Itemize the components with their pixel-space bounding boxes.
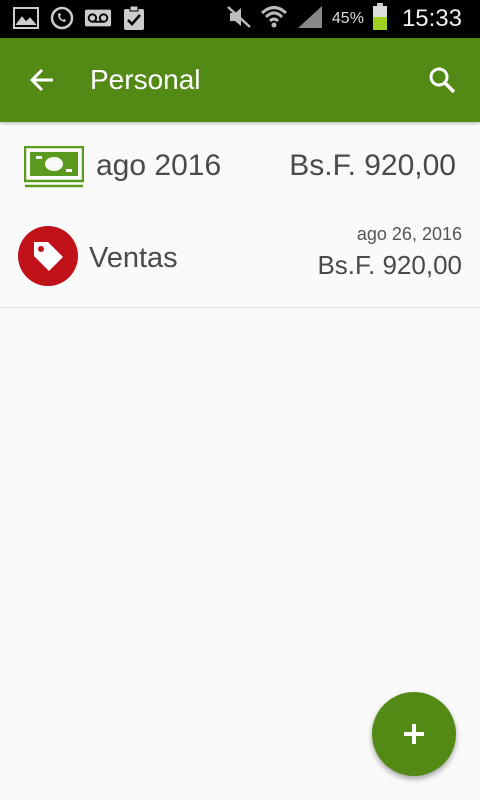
signal-icon	[296, 4, 324, 34]
period-label: ago 2016	[96, 149, 222, 182]
voicemail-icon	[84, 5, 112, 31]
plus-icon	[404, 724, 424, 744]
page-title: Personal	[90, 64, 201, 95]
money-bill-icon	[23, 145, 85, 192]
search-icon	[429, 67, 456, 94]
gallery-icon	[12, 5, 40, 31]
mute-icon	[226, 4, 252, 34]
tag-icon	[18, 226, 78, 286]
status-bar: 45% 15:33	[0, 0, 480, 38]
wifi-icon	[260, 4, 288, 34]
transaction-category: Ventas	[89, 242, 178, 274]
back-button[interactable]	[22, 60, 62, 100]
battery-icon	[372, 3, 388, 35]
transactions-list: ago 2016 Bs.F. 920,00 Ventas ago 26, 201…	[0, 122, 480, 308]
period-total: Bs.F. 920,00	[289, 149, 456, 182]
battery-percent: 45%	[331, 10, 364, 27]
period-header: ago 2016 Bs.F. 920,00	[0, 122, 480, 212]
search-button[interactable]	[422, 60, 462, 100]
whatsapp-icon	[48, 5, 76, 31]
status-system-icons: 45% 15:33	[226, 0, 462, 38]
transaction-date: ago 26, 2016	[356, 224, 462, 244]
clipboard-check-icon	[120, 5, 148, 31]
app-bar: Personal	[0, 38, 480, 122]
arrow-back-icon	[29, 68, 53, 92]
add-transaction-button[interactable]	[372, 692, 456, 776]
transaction-amount: Bs.F. 920,00	[317, 250, 462, 280]
list-item[interactable]: Ventas ago 26, 2016 Bs.F. 920,00	[0, 212, 480, 308]
status-notification-icons	[12, 5, 148, 31]
status-clock: 15:33	[401, 5, 462, 32]
